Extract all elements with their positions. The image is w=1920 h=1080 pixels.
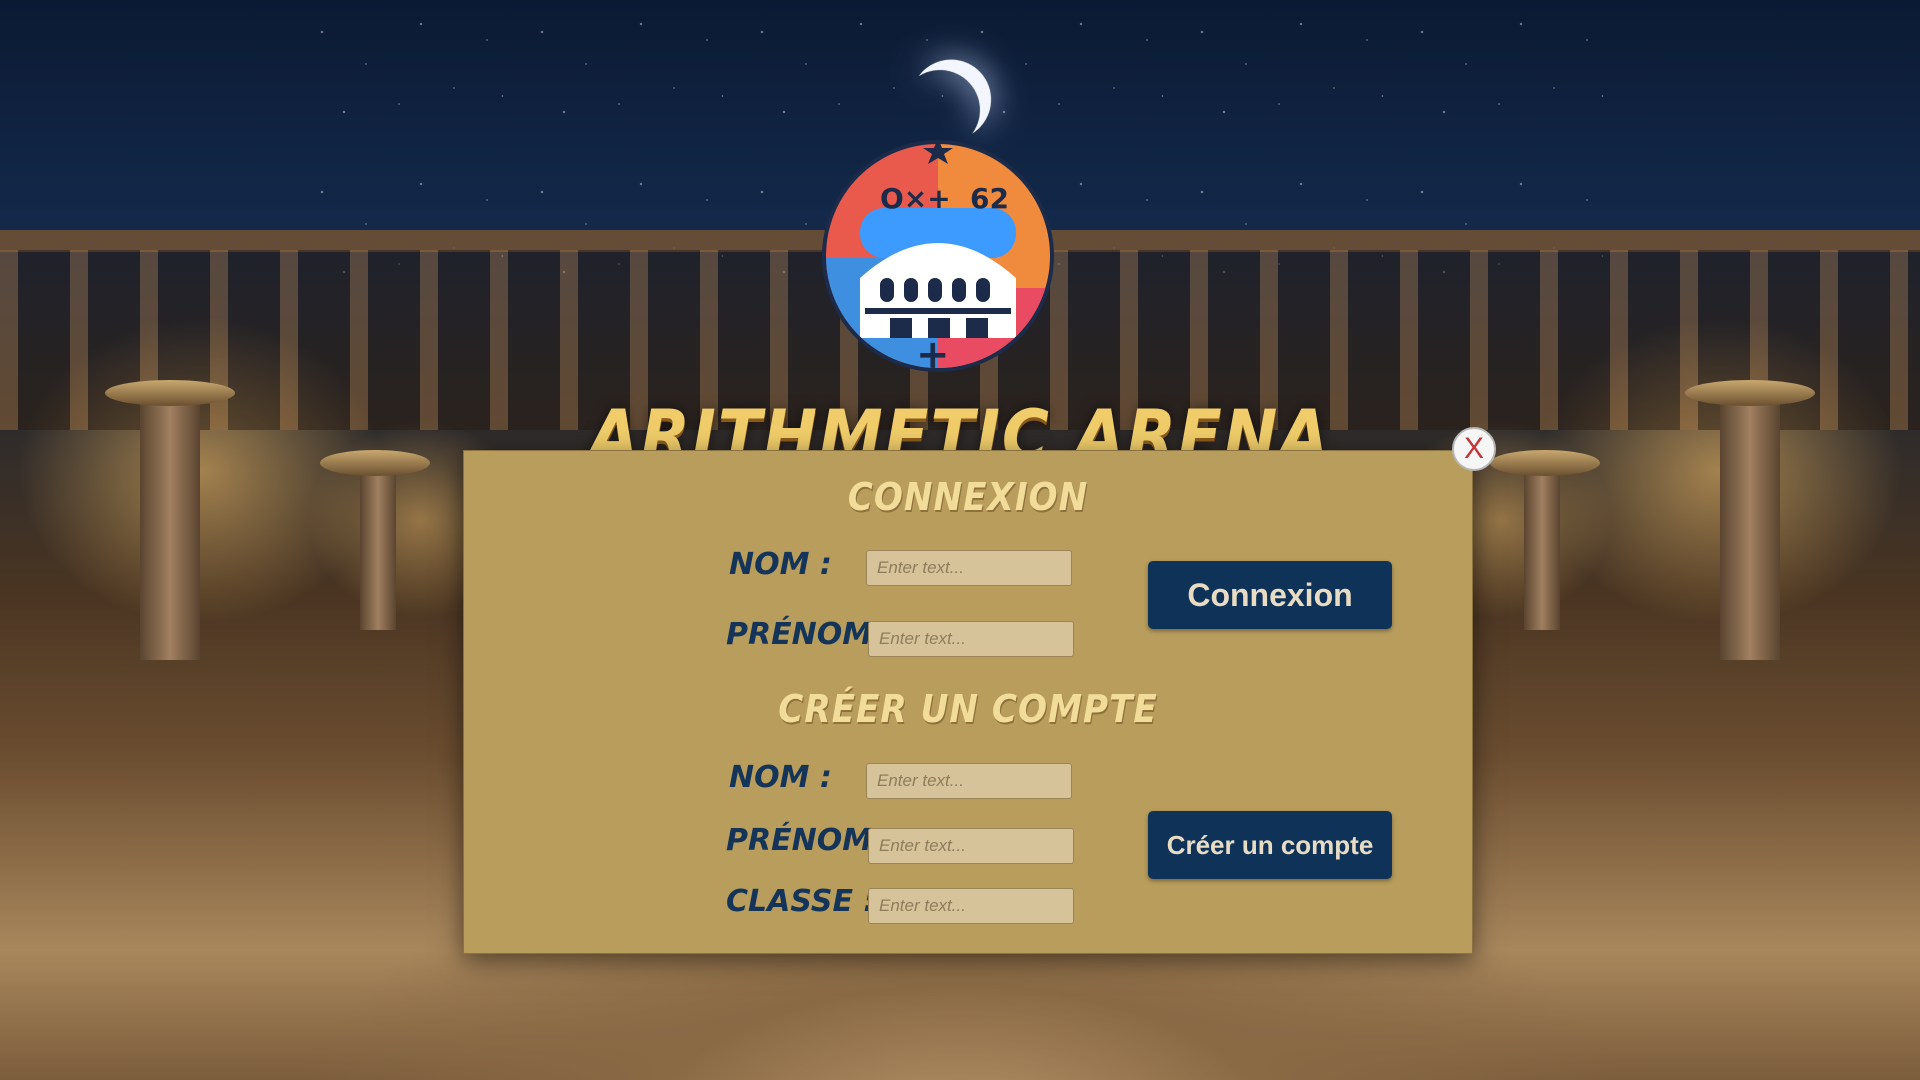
arena-logo-icon: O×+ 62 + xyxy=(822,138,1054,372)
register-nom-input[interactable] xyxy=(866,763,1072,799)
login-title: CONNEXION xyxy=(847,475,1089,519)
register-title: CRÉER UN COMPTE xyxy=(778,687,1158,731)
register-classe-input[interactable] xyxy=(868,888,1074,924)
login-button[interactable]: Connexion xyxy=(1148,561,1392,629)
auth-panel: CONNEXION NOM : PRÉNOM : Connexion CRÉER… xyxy=(463,450,1473,954)
register-prenom-input[interactable] xyxy=(868,828,1074,864)
close-button[interactable]: X xyxy=(1452,427,1496,471)
login-nom-input[interactable] xyxy=(866,550,1072,586)
right-pillar-near xyxy=(1524,470,1560,630)
register-nom-label: NOM : xyxy=(729,760,832,795)
svg-text:O×+: O×+ xyxy=(880,182,951,215)
login-prenom-input[interactable] xyxy=(868,621,1074,657)
login-nom-label: NOM : xyxy=(729,547,832,582)
left-pillar-near xyxy=(360,470,396,630)
register-classe-label: CLASSE : xyxy=(726,884,876,919)
svg-text:62: 62 xyxy=(970,182,1009,215)
register-button[interactable]: Créer un compte xyxy=(1148,811,1392,879)
